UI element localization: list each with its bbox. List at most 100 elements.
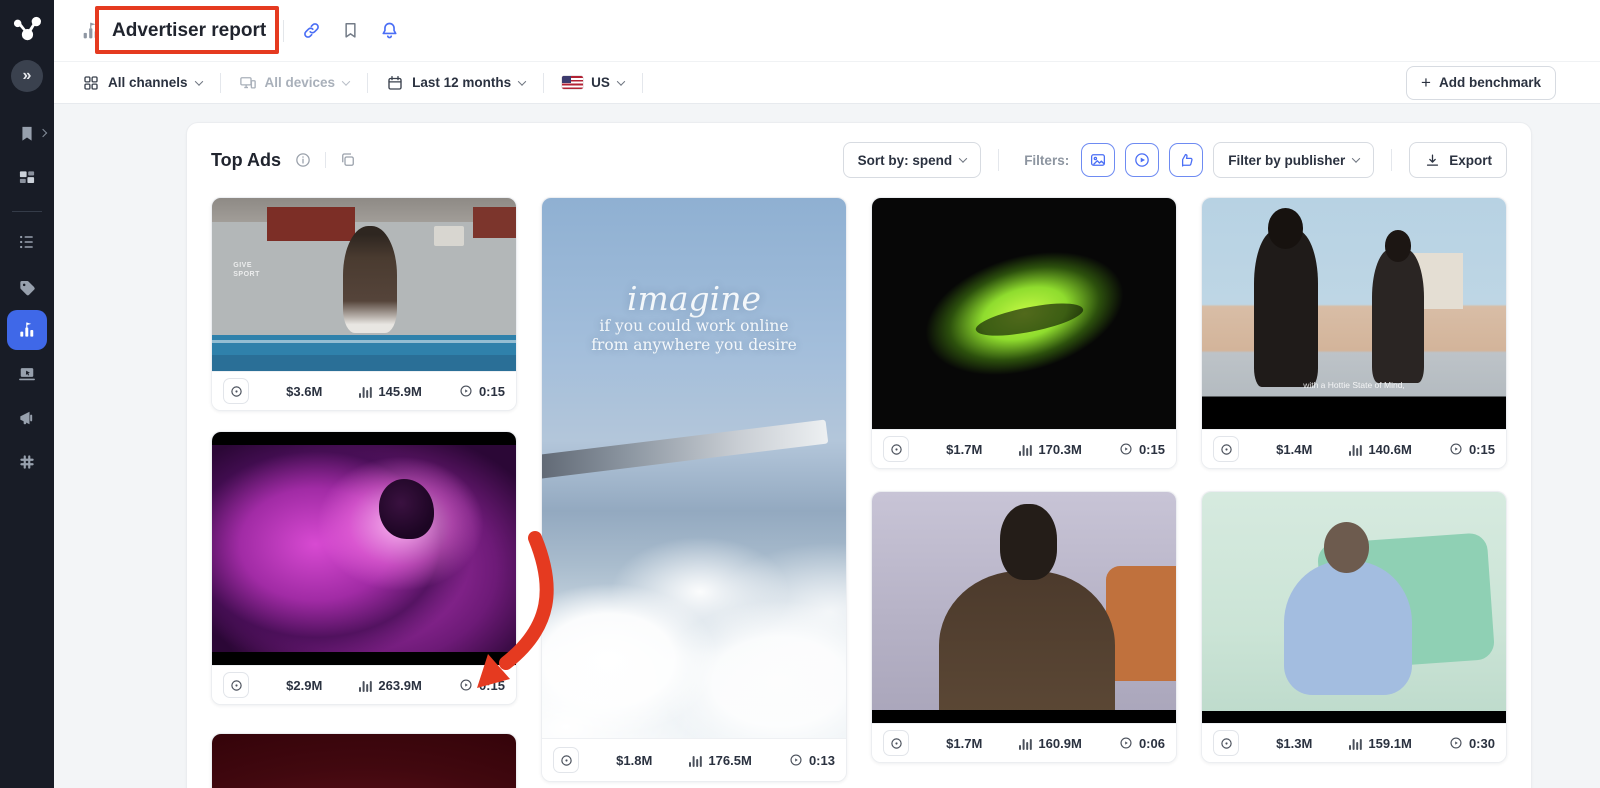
sidebar-item-advertiser-report[interactable]: [7, 310, 47, 350]
preview-icon: [890, 737, 903, 750]
ad-thumbnail-sitting-blue[interactable]: [1202, 492, 1506, 723]
ad-spend: $3.6M: [286, 384, 322, 399]
ad-impressions-value: 170.3M: [1038, 442, 1081, 457]
ad-overlay-text: imagine if you could work online from an…: [542, 282, 846, 356]
ad-card: $1.7M 160.9M 0:06: [871, 491, 1177, 763]
ad-spend: $2.9M: [286, 678, 322, 693]
ad-spend: $1.7M: [946, 442, 982, 457]
bar-chart-icon: [359, 385, 372, 398]
ad-stats-row: $1.7M 160.9M 0:06: [872, 723, 1176, 762]
ad-preview-button[interactable]: [883, 730, 909, 756]
ad-impressions: 140.6M: [1349, 442, 1411, 457]
ad-impressions-value: 160.9M: [1038, 736, 1081, 751]
filter-by-publisher-dropdown[interactable]: Filter by publisher: [1213, 142, 1374, 178]
ad-thumbnail-dancers[interactable]: with a Hottie State of Mind,: [1202, 198, 1506, 429]
bar-chart-icon: [1019, 737, 1032, 750]
apps-icon: [17, 452, 37, 472]
ad-thumbnail-green-shoe[interactable]: [872, 198, 1176, 429]
ad-caption-text: with a Hottie State of Mind,: [1202, 380, 1506, 390]
duration-icon: [1449, 442, 1463, 456]
divider: [642, 73, 643, 93]
ad-preview-button[interactable]: [553, 747, 579, 773]
report-icon: [80, 20, 102, 42]
top-ads-panel: Top Ads Sort by: spend Filters:: [186, 122, 1532, 788]
bar-chart-icon: [1019, 443, 1032, 456]
sidebar-nav: [7, 114, 47, 486]
divider: [367, 73, 368, 93]
devices-filter-label: All devices: [265, 75, 336, 90]
region-filter[interactable]: US: [562, 75, 624, 90]
chevron-right-icon: [39, 129, 47, 137]
sidebar-item-pages[interactable]: [7, 114, 47, 154]
sidebar-item-dashboard[interactable]: [7, 158, 47, 198]
filter-videos-button[interactable]: [1125, 143, 1159, 177]
link-icon: [301, 20, 322, 41]
ad-thumbnail-track-walk[interactable]: GIVE SPORT: [212, 198, 516, 371]
chevron-down-icon: [617, 77, 625, 85]
sidebar-item-campaigns[interactable]: [7, 398, 47, 438]
ad-preview-button[interactable]: [223, 672, 249, 698]
laptop-icon: [17, 364, 37, 384]
ad-spend: $1.4M: [1276, 442, 1312, 457]
sort-by-dropdown[interactable]: Sort by: spend: [843, 142, 982, 178]
notifications-button[interactable]: [379, 20, 400, 41]
chevron-down-icon: [342, 77, 350, 85]
ad-preview-button[interactable]: [223, 378, 249, 404]
ad-overlay-title: imagine: [542, 282, 846, 315]
ad-thumbnail-sky-imagine[interactable]: imagine if you could work online from an…: [542, 198, 846, 738]
ad-duration: 0:15: [1449, 442, 1495, 457]
ad-impressions: 170.3M: [1019, 442, 1081, 457]
ad-thumbnail-dark-red[interactable]: [212, 734, 516, 788]
ad-overlay-line1: if you could work online: [599, 317, 788, 335]
share-link-button[interactable]: [301, 20, 322, 41]
duration-icon: [459, 678, 473, 692]
copy-icon[interactable]: [339, 151, 357, 169]
ad-duration-value: 0:06: [1139, 736, 1165, 751]
ad-card: $1.3M 159.1M 0:30: [1201, 491, 1507, 763]
ad-preview-button[interactable]: [1213, 436, 1239, 462]
channels-grid-icon: [82, 74, 100, 92]
ad-preview-button[interactable]: [1213, 730, 1239, 756]
sidebar-divider: [12, 211, 42, 212]
plus-icon: +: [1421, 74, 1431, 91]
dashboard-icon: [17, 168, 37, 188]
sidebar-item-tags[interactable]: [7, 266, 47, 306]
ad-stats-row: $1.4M 140.6M 0:15: [1202, 429, 1506, 468]
bookmark-button[interactable]: [341, 21, 360, 40]
bookmark-icon: [17, 124, 37, 144]
ad-impressions: 145.9M: [359, 384, 421, 399]
ad-stats-row: $2.9M 263.9M 0:15: [212, 665, 516, 704]
filter-engagement-button[interactable]: [1169, 143, 1203, 177]
ad-card: with a Hottie State of Mind, $1.4M 140.6…: [1201, 197, 1507, 469]
ad-duration: 0:06: [1119, 736, 1165, 751]
ad-duration-value: 0:15: [1469, 442, 1495, 457]
add-benchmark-label: Add benchmark: [1439, 75, 1541, 90]
ad-preview-button[interactable]: [883, 436, 909, 462]
app-logo-icon[interactable]: [12, 15, 42, 43]
sidebar-item-list[interactable]: [7, 222, 47, 262]
export-button[interactable]: Export: [1409, 142, 1507, 178]
sidebar-item-creative[interactable]: [7, 354, 47, 394]
preview-icon: [1220, 737, 1233, 750]
ad-duration-value: 0:15: [479, 678, 505, 693]
sidebar-item-apps[interactable]: [7, 442, 47, 482]
date-range-filter[interactable]: Last 12 months: [386, 74, 525, 92]
info-icon[interactable]: [294, 151, 312, 169]
ad-duration: 0:15: [459, 678, 505, 693]
bar-chart-icon: [359, 679, 372, 692]
divider: [543, 73, 544, 93]
ad-thumbnail-braids-portrait[interactable]: [872, 492, 1176, 723]
ad-impressions-value: 140.6M: [1368, 442, 1411, 457]
ad-thumbnail-purple-flower[interactable]: [212, 432, 516, 665]
devices-filter[interactable]: All devices: [239, 74, 350, 92]
sidebar-expand-button[interactable]: »: [11, 60, 43, 92]
chevron-down-icon: [959, 154, 967, 162]
bar-chart-icon: [689, 754, 702, 767]
add-benchmark-button[interactable]: + Add benchmark: [1406, 66, 1556, 100]
preview-icon: [560, 754, 573, 767]
ad-impressions: 263.9M: [359, 678, 421, 693]
filter-images-button[interactable]: [1081, 143, 1115, 177]
filters-label: Filters:: [1024, 153, 1069, 168]
divider: [283, 20, 284, 42]
channels-filter[interactable]: All channels: [82, 74, 202, 92]
